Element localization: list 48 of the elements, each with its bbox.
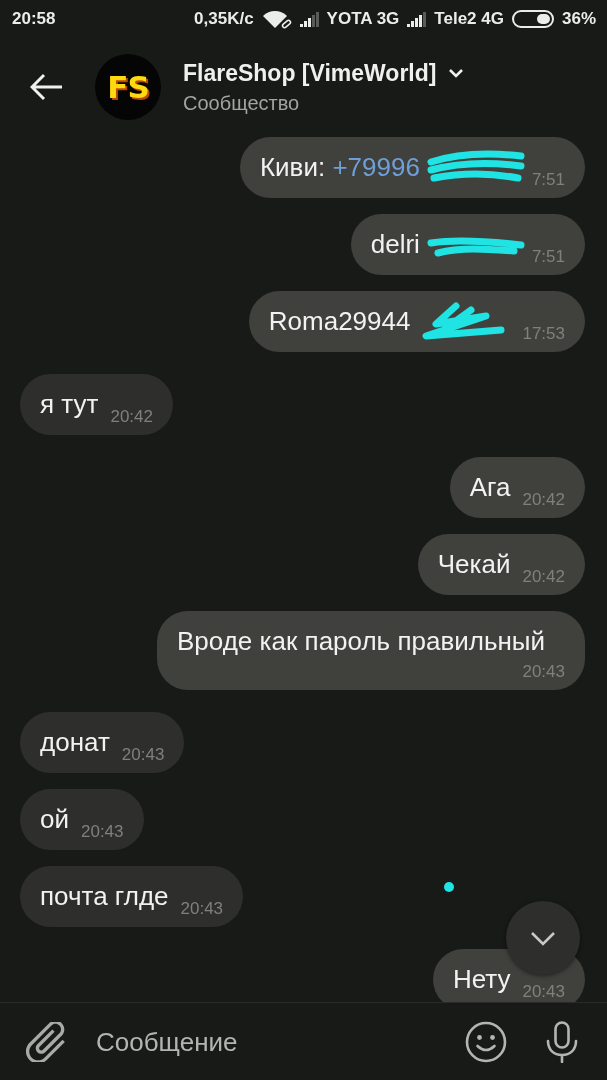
- message-text: Ага: [469, 472, 511, 502]
- signal-icon: [407, 11, 427, 27]
- clock-time: 20:58: [12, 9, 56, 29]
- paperclip-icon: [26, 1021, 66, 1062]
- avatar[interactable]: FS: [95, 54, 161, 120]
- wifi-icon: [261, 9, 292, 29]
- message-time: 7:51: [531, 248, 565, 266]
- message-text: Roma29944: [268, 306, 411, 336]
- avatar-logo-text: FS: [107, 69, 149, 105]
- message-time: 7:51: [531, 171, 565, 189]
- message-time: 17:53: [522, 325, 565, 343]
- chevron-down-icon[interactable]: [448, 68, 465, 78]
- message-text: почта глде: [40, 881, 169, 911]
- battery-icon: [511, 9, 554, 29]
- message-text: Нету: [452, 964, 511, 994]
- smiley-icon: [465, 1020, 507, 1063]
- message-text: я тут: [40, 389, 99, 419]
- message-time: 20:42: [522, 491, 565, 509]
- message-time: 20:43: [522, 663, 565, 681]
- voice-button[interactable]: [545, 1020, 579, 1063]
- message-time: 20:42: [110, 408, 153, 426]
- message-text: delri: [370, 229, 420, 259]
- emoji-button[interactable]: [465, 1020, 507, 1063]
- message-text: ой: [40, 804, 69, 834]
- attach-button[interactable]: [26, 1021, 66, 1062]
- back-button[interactable]: [30, 73, 64, 101]
- microphone-icon: [545, 1020, 579, 1063]
- carrier-name: YOTA 3G: [326, 9, 400, 29]
- message-time: 20:43: [180, 900, 224, 918]
- message-time: 20:43: [522, 983, 565, 1001]
- chat-title[interactable]: FlareShop [VimeWorld]: [183, 59, 437, 87]
- message-text: донат: [40, 727, 110, 757]
- message-time: 20:42: [522, 568, 565, 586]
- dot-icon: [444, 882, 454, 892]
- message-input[interactable]: Сообщение: [96, 1021, 455, 1062]
- message-text: Киви: +79996: [259, 152, 420, 182]
- signal-icon: [299, 11, 319, 27]
- carrier-name: Tele2 4G: [434, 9, 504, 29]
- message-time: 20:43: [121, 746, 165, 764]
- message-time: 20:43: [81, 823, 124, 841]
- back-arrow-icon: [30, 73, 64, 101]
- chat-subtitle: Сообщество: [183, 91, 301, 115]
- network-speed: 0,35K/с: [194, 9, 254, 29]
- chevron-down-icon: [530, 930, 556, 946]
- message-text: Чекай: [437, 549, 511, 579]
- message-text: Вроде как пароль правильный: [177, 626, 545, 656]
- battery-percent: 36%: [561, 9, 596, 29]
- phone-link[interactable]: +79996: [332, 152, 420, 182]
